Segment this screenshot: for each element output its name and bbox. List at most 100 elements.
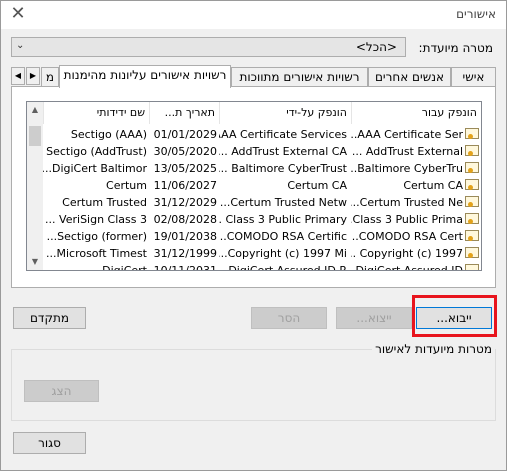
scroll-thumb[interactable] bbox=[29, 126, 41, 146]
cell-friendly-name-text: DigiCert Baltimor... bbox=[43, 162, 147, 175]
cell-friendly-name-text: Certum bbox=[106, 179, 147, 192]
window-title: אישורים bbox=[456, 7, 496, 21]
cell-issued-to-text: COMODO RSA Cert... bbox=[351, 230, 463, 243]
tab-scroll-left-icon[interactable]: ◀ bbox=[11, 67, 25, 85]
tab-partial[interactable]: מ bbox=[41, 67, 59, 87]
cell-issued-to: DigiCert Assured ID ... bbox=[351, 262, 481, 271]
cell-issued-by: Certum CA bbox=[219, 177, 347, 194]
cell-issued-by: DigiCert Assured ID R... bbox=[219, 262, 347, 271]
certificate-purposes-label: מטרות מיועדות לאישור bbox=[372, 342, 495, 356]
certificate-icon bbox=[465, 264, 479, 270]
remove-button[interactable]: הסר bbox=[251, 307, 327, 329]
scroll-down-icon[interactable]: ▼ bbox=[27, 254, 43, 270]
cell-issued-by: COMODO RSA Certific... bbox=[219, 228, 347, 245]
table-row[interactable]: Certum Trusted Ne... Certum Trusted Netw.… bbox=[43, 194, 481, 211]
cell-expiration: 11/06/2027 bbox=[149, 177, 217, 194]
table-row[interactable]: Copyright (c) 1997 ... Copyright (c) 1997… bbox=[43, 245, 481, 262]
cell-issued-to-text: AddTrust External ... bbox=[351, 145, 463, 158]
tab-scroll-right-icon[interactable]: ▶ bbox=[26, 67, 40, 85]
cell-friendly-name-text: DigiCert bbox=[102, 264, 147, 271]
cell-issued-to-text: DigiCert Assured ID ... bbox=[351, 264, 463, 271]
cell-issued-by-text: Baltimore CyberTrust ... bbox=[219, 162, 347, 175]
cell-issued-to: Copyright (c) 1997 ... bbox=[351, 245, 481, 262]
table-row[interactable]: Class 3 Public Prima... Class 3 Public Pr… bbox=[43, 211, 481, 228]
table-row[interactable]: AddTrust External ... AddTrust External C… bbox=[43, 143, 481, 160]
cell-issued-by: Certum Trusted Netw... bbox=[219, 194, 347, 211]
cell-expiration: 10/11/2031 bbox=[149, 262, 217, 270]
cell-expiration: 01/01/2029 bbox=[149, 126, 217, 143]
cell-friendly-name: Sectigo (AddTrust) bbox=[43, 143, 147, 160]
cell-friendly-name-text: Sectigo (AddTrust) bbox=[46, 145, 147, 158]
view-button[interactable]: הצג bbox=[24, 380, 99, 402]
cell-friendly-name: DigiCert bbox=[43, 262, 147, 271]
cell-expiration-text: 19/01/2038 bbox=[153, 230, 217, 243]
cell-issued-by-text: Certum CA bbox=[287, 179, 347, 192]
cell-issued-to: AddTrust External ... bbox=[351, 143, 481, 160]
cell-friendly-name: Sectigo (AAA) bbox=[43, 126, 147, 143]
certificate-icon bbox=[465, 213, 479, 224]
cell-friendly-name: Certum bbox=[43, 177, 147, 194]
cell-friendly-name-text: Sectigo (former)... bbox=[46, 230, 147, 243]
column-header-expiration[interactable]: תאריך ת... bbox=[149, 102, 219, 124]
table-row[interactable]: COMODO RSA Cert... COMODO RSA Certific...… bbox=[43, 228, 481, 245]
title-bar: אישורים ✕ bbox=[1, 1, 506, 29]
cell-issued-to-text: Copyright (c) 1997 ... bbox=[351, 247, 463, 260]
certificate-icon bbox=[465, 128, 479, 139]
cell-issued-by-text: COMODO RSA Certific... bbox=[219, 230, 347, 243]
cell-expiration-text: 31/12/1999 bbox=[153, 247, 217, 260]
column-header-issued-by[interactable]: הונפק על-ידי bbox=[219, 102, 351, 124]
table-row[interactable]: DigiCert Assured ID ... DigiCert Assured … bbox=[43, 262, 481, 271]
cell-friendly-name-text: Certum Trusted bbox=[62, 196, 147, 209]
table-row[interactable]: Certum CA Certum CA 11/06/2027 Certum bbox=[43, 177, 481, 194]
scroll-up-icon[interactable]: ▲ bbox=[27, 102, 43, 118]
certificate-icon bbox=[465, 196, 479, 207]
list-header: הונפק עבור הונפק על-ידי תאריך ת... שם יד… bbox=[27, 102, 481, 124]
cell-friendly-name-text: VeriSign Class 3 ... bbox=[45, 213, 147, 226]
vertical-scrollbar[interactable]: ▲ ▼ bbox=[27, 102, 43, 270]
cell-expiration: 31/12/2029 bbox=[149, 194, 217, 211]
cell-expiration: 30/05/2020 bbox=[149, 143, 217, 160]
column-header-issued-to[interactable]: הונפק עבור bbox=[351, 102, 481, 124]
cell-issued-by-text: AddTrust External CA ... bbox=[219, 145, 347, 158]
cell-issued-to: COMODO RSA Cert... bbox=[351, 228, 481, 245]
cell-expiration: 02/08/2028 bbox=[149, 211, 217, 228]
certificate-icon bbox=[465, 145, 479, 156]
table-row[interactable]: Baltimore CyberTru... Baltimore CyberTrus… bbox=[43, 160, 481, 177]
tab-trusted-root-authorities[interactable]: רשויות אישורים עליונות מהימנות bbox=[59, 65, 231, 88]
intended-purpose-dropdown[interactable]: <הכל> ⌄ bbox=[11, 37, 406, 57]
cell-issued-to-text: Certum CA bbox=[403, 179, 463, 192]
column-header-friendly-name[interactable]: שם ידידותי bbox=[43, 102, 149, 124]
tab-personal[interactable]: אישי bbox=[451, 67, 496, 87]
intended-purpose-label: מטרה מיועדת: bbox=[418, 41, 493, 55]
cell-issued-by-text: Copyright (c) 1997 Mi... bbox=[219, 247, 347, 260]
cell-friendly-name: Certum Trusted bbox=[43, 194, 147, 211]
cell-expiration-text: 30/05/2020 bbox=[153, 145, 217, 158]
cell-expiration: 31/12/1999 bbox=[149, 245, 217, 262]
tab-intermediate-authorities[interactable]: רשויות אישורים מתווכות bbox=[231, 67, 368, 87]
cell-issued-to-text: Class 3 Public Prima... bbox=[351, 213, 463, 226]
cell-expiration: 19/01/2038 bbox=[149, 228, 217, 245]
highlight-box bbox=[412, 295, 497, 337]
cell-friendly-name: VeriSign Class 3 ... bbox=[43, 211, 147, 228]
close-button[interactable]: סגור bbox=[13, 432, 86, 454]
tab-other-people[interactable]: אנשים אחרים bbox=[368, 67, 451, 87]
certificate-icon bbox=[465, 162, 479, 173]
cell-expiration: 13/05/2025 bbox=[149, 160, 217, 177]
chevron-down-icon: ⌄ bbox=[16, 40, 25, 51]
table-row[interactable]: AAA Certificate Ser... AAA Certificate Se… bbox=[43, 126, 481, 143]
export-button[interactable]: ייצוא... bbox=[336, 307, 412, 329]
close-icon[interactable]: ✕ bbox=[9, 3, 27, 24]
cell-issued-to: AAA Certificate Ser... bbox=[351, 126, 481, 143]
cell-friendly-name: Sectigo (former)... bbox=[43, 228, 147, 245]
tab-panel: הונפק עבור הונפק על-ידי תאריך ת... שם יד… bbox=[11, 86, 496, 288]
advanced-button[interactable]: מתקדם bbox=[13, 307, 86, 329]
cell-expiration-text: 31/12/2029 bbox=[153, 196, 217, 209]
cell-issued-by-text: DigiCert Assured ID R... bbox=[219, 264, 347, 271]
certificate-icon bbox=[465, 247, 479, 258]
cell-issued-by: Class 3 Public Primary ... bbox=[219, 211, 347, 228]
cell-issued-to-text: Certum Trusted Ne... bbox=[351, 196, 463, 209]
cell-friendly-name-text: Sectigo (AAA) bbox=[70, 128, 147, 141]
certificate-list[interactable]: הונפק עבור הונפק על-ידי תאריך ת... שם יד… bbox=[26, 101, 482, 271]
cell-issued-to: Baltimore CyberTru... bbox=[351, 160, 481, 177]
intended-purpose-value: <הכל> bbox=[355, 40, 397, 54]
